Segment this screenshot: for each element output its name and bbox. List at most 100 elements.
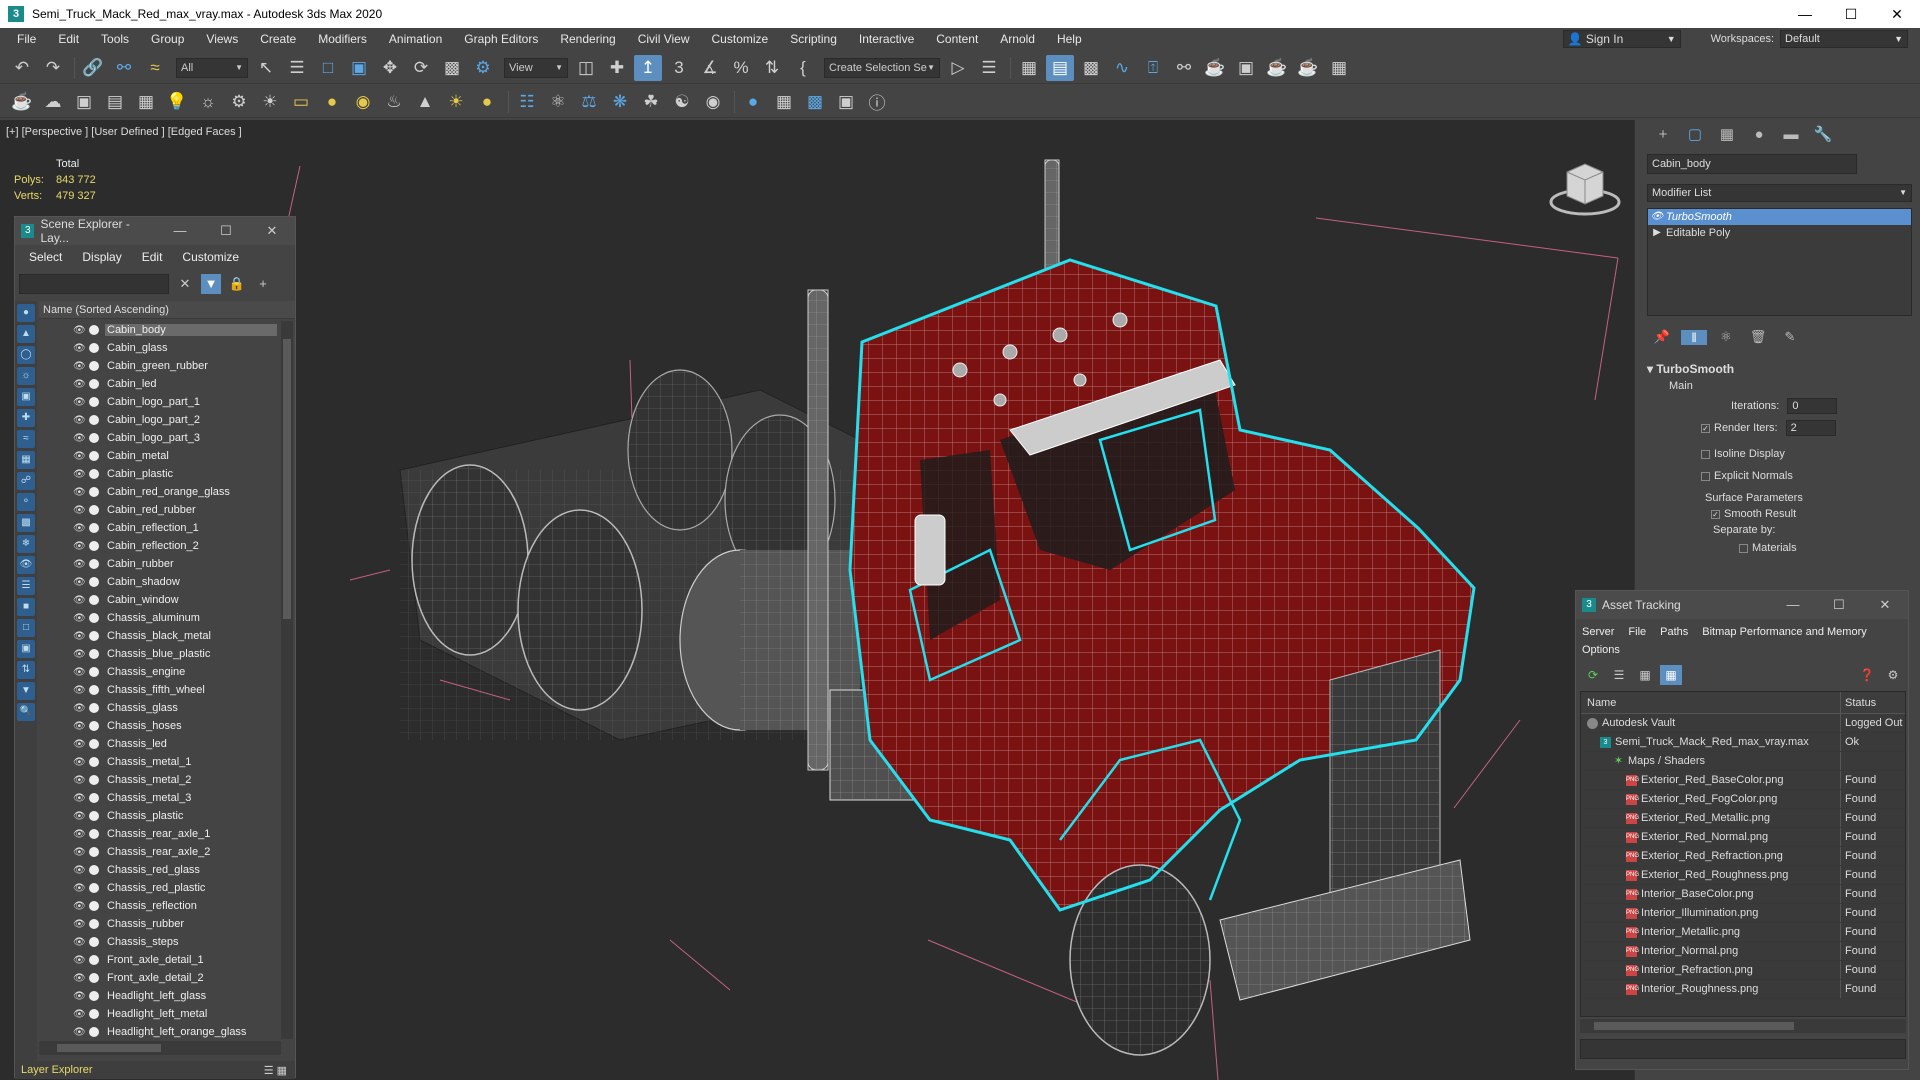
toggle-layer-explorer-icon[interactable]: ▤ [1046,54,1074,81]
add-layer-icon[interactable]: + [253,274,273,294]
rectangular-selection-icon[interactable]: □ [314,55,342,81]
eye-icon[interactable]: 👁 [73,595,86,606]
vray-light-icon[interactable]: 💡 [163,89,191,115]
list-item[interactable]: 👁 Front_axle_detail_2 [39,969,279,987]
xrefs-filter-icon[interactable]: ☍ [17,472,35,490]
eye-icon[interactable]: 👁 [73,757,86,768]
render-dot-icon[interactable] [89,451,99,461]
at-menu-options[interactable]: Options [1582,641,1620,659]
eye-icon[interactable]: 👁 [73,379,86,390]
containers-filter-icon[interactable]: ▩ [17,514,35,532]
eye-icon[interactable]: 👁 [73,919,86,930]
turbosmooth-rollout-title[interactable]: ▾ TurboSmooth [1647,362,1912,376]
table-row[interactable]: ✶ Maps / Shaders [1581,752,1905,771]
render-dot-icon[interactable] [89,361,99,371]
vray-lister-icon[interactable]: ▩ [801,89,829,115]
eye-icon[interactable]: 👁 [73,1027,86,1038]
render-dot-icon[interactable] [89,901,99,911]
list-item[interactable]: 👁 Chassis_rubber [39,915,279,933]
render-dot-icon[interactable] [89,1027,99,1037]
table-row[interactable]: PNG Exterior_Red_Normal.png Found [1581,828,1905,847]
list-item[interactable]: 👁 Headlight_left_orange_glass [39,1023,279,1039]
pivot-center-icon[interactable]: ◫ [572,55,600,81]
se-menu-customize[interactable]: Customize [182,250,239,264]
table-row[interactable]: Autodesk Vault Logged Out [1581,714,1905,733]
scrollbar-thumb[interactable] [57,1044,161,1052]
menu-help[interactable]: Help [1046,28,1093,50]
at-menu-bitmap-performance[interactable]: Bitmap Performance and Memory [1702,623,1866,641]
eye-icon[interactable]: 👁 [73,631,86,642]
clear-search-icon[interactable]: ✕ [175,274,195,294]
maximize-icon[interactable]: ☐ [203,223,249,239]
object-name-field[interactable]: Cabin_body [1647,154,1857,174]
redo-icon[interactable]: ↷ [39,55,67,81]
eye-icon[interactable]: 👁 [73,991,86,1002]
grid-view-icon[interactable]: ▦ [1660,665,1682,685]
close-icon[interactable]: ✕ [1874,0,1920,28]
frozen-filter-icon[interactable]: ❄ [17,535,35,553]
smooth-result-checkbox[interactable]: ✓ [1711,509,1720,519]
vray-hair-icon[interactable]: ☯ [668,89,696,115]
render-in-cloud-icon[interactable]: ▦ [1325,55,1353,81]
vray-camera-icon[interactable]: ⚖ [575,89,603,115]
render-dot-icon[interactable] [89,343,99,353]
render-iterative-icon[interactable]: ☕ [1294,55,1322,81]
explorer-options-icon[interactable]: ☰ ▦ [264,1064,287,1077]
vray-sphere-icon[interactable]: ● [473,89,501,115]
scene-explorer-titlebar[interactable]: 3 Scene Explorer - Lay... — ☐ ✕ [15,217,295,245]
geometry-filter-icon[interactable]: ▲ [17,325,35,343]
render-dot-icon[interactable] [89,577,99,587]
lights-filter-icon[interactable]: ☼ [17,367,35,385]
render-dot-icon[interactable] [89,739,99,749]
render-dot-icon[interactable] [89,505,99,515]
vray-sphere-material-icon[interactable]: ● [739,89,767,115]
render-dot-icon[interactable] [89,865,99,875]
minimize-icon[interactable]: — [1770,597,1816,613]
render-dot-icon[interactable] [89,487,99,497]
table-row[interactable]: PNG Exterior_Red_FogColor.png Found [1581,790,1905,809]
viewcube-icon[interactable] [1545,152,1625,222]
configure-modifier-sets-icon[interactable]: ✎ [1777,329,1803,345]
isoline-checkbox[interactable] [1701,449,1710,459]
hierarchy-tab-icon[interactable]: ▦ [1711,125,1743,143]
make-unique-icon[interactable]: ⚛ [1713,329,1739,345]
render-dot-icon[interactable] [89,955,99,965]
align-icon[interactable]: ☰ [975,55,1003,81]
render-dot-icon[interactable] [89,541,99,551]
menu-arnold[interactable]: Arnold [989,28,1046,50]
toggle-scene-explorer-icon[interactable]: ▦ [1015,55,1043,81]
list-item[interactable]: 👁 Chassis_metal_1 [39,753,279,771]
table-row[interactable]: PNG Exterior_Red_Metallic.png Found [1581,809,1905,828]
at-menu-file[interactable]: File [1628,623,1646,641]
menu-group[interactable]: Group [140,28,195,50]
vray-frame-buffer-icon[interactable]: ▤ [101,89,129,115]
list-item[interactable]: 👁 Headlight_left_glass [39,987,279,1005]
list-item[interactable]: 👁 Chassis_metal_2 [39,771,279,789]
create-tab-icon[interactable]: + [1647,126,1679,143]
name-column-header[interactable]: Name [1581,692,1841,713]
named-selection-dropdown[interactable]: Create Selection Se ▼ [824,57,940,78]
list-item[interactable]: 👁 Chassis_led [39,735,279,753]
render-dot-icon[interactable] [89,325,99,335]
table-view-icon[interactable]: ▦ [1634,665,1656,685]
list-item[interactable]: 👁 Cabin_metal [39,447,279,465]
vray-sphere-light-icon[interactable]: ● [318,89,346,115]
list-item[interactable]: 👁 Headlight_left_metal [39,1005,279,1023]
menu-modifiers[interactable]: Modifiers [307,28,378,50]
eye-icon[interactable]: 👁 [73,721,86,732]
minimize-icon[interactable]: — [157,223,203,239]
eye-icon[interactable]: 👁 [73,397,86,408]
angle-snap-icon[interactable]: ∡ [696,55,724,81]
table-row[interactable]: PNG Interior_Illumination.png Found [1581,904,1905,923]
render-dot-icon[interactable] [89,775,99,785]
eye-icon[interactable]: 👁 [73,613,86,624]
list-item[interactable]: 👁 Cabin_shadow [39,573,279,591]
eye-icon[interactable]: 👁 [73,541,86,552]
refresh-icon[interactable]: ⟳ [1582,665,1604,685]
scene-explorer-search-input[interactable] [19,274,169,294]
sync-selection-icon[interactable]: ⇅ [17,661,35,679]
render-dot-icon[interactable] [89,973,99,983]
at-menu-server[interactable]: Server [1582,623,1614,641]
menu-graph-editors[interactable]: Graph Editors [453,28,549,50]
menu-animation[interactable]: Animation [378,28,453,50]
